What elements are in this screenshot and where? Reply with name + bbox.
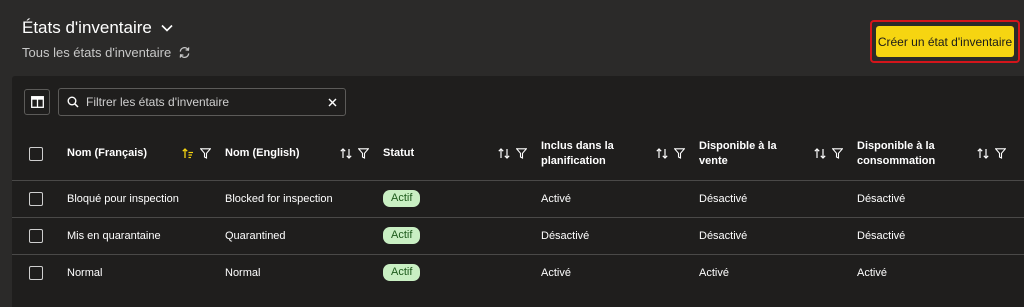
sort-icon[interactable] bbox=[656, 148, 668, 160]
column-header-vente[interactable]: Disponible à la vente bbox=[699, 128, 857, 180]
cell-consommation: Désactivé bbox=[857, 229, 906, 242]
page-title: États d'inventaire bbox=[22, 18, 152, 37]
sort-icon[interactable] bbox=[498, 148, 510, 160]
table-panel: Nom (Français) bbox=[12, 76, 1024, 307]
sort-icon[interactable] bbox=[814, 148, 826, 160]
cell-consommation: Activé bbox=[857, 266, 887, 279]
table-header-row: Nom (Français) Nom (English) Statut Incl… bbox=[12, 128, 1024, 180]
table-row[interactable]: Normal Normal Actif Activé Activé Activé bbox=[12, 254, 1024, 291]
create-inventory-state-button[interactable]: Créer un état d'inventaire bbox=[876, 26, 1014, 57]
column-header-statut[interactable]: Statut bbox=[383, 128, 541, 180]
filter-icon[interactable] bbox=[516, 148, 527, 160]
column-header-consommation[interactable]: Disponible à la consommation bbox=[857, 128, 1024, 180]
cell-nom-en: Blocked for inspection bbox=[225, 192, 333, 205]
filter-icon[interactable] bbox=[200, 148, 211, 160]
status-badge: Actif bbox=[383, 227, 421, 244]
create-button-highlight: Créer un état d'inventaire bbox=[870, 20, 1020, 63]
column-header-nom-fr[interactable]: Nom (Français) bbox=[67, 128, 225, 180]
columns-icon bbox=[30, 96, 44, 108]
cell-vente: Désactivé bbox=[699, 229, 748, 242]
column-header-planification[interactable]: Inclus dans la planification bbox=[541, 128, 699, 180]
columns-button[interactable] bbox=[24, 89, 50, 115]
cell-vente: Activé bbox=[699, 266, 729, 279]
cell-consommation: Désactivé bbox=[857, 192, 906, 205]
status-badge: Actif bbox=[383, 264, 421, 282]
column-header-nom-en[interactable]: Nom (English) bbox=[225, 128, 383, 180]
page-header: États d'inventaire Tous les états d'inve… bbox=[22, 18, 191, 60]
select-all-checkbox[interactable] bbox=[29, 146, 43, 161]
title-dropdown[interactable]: États d'inventaire bbox=[22, 18, 191, 38]
clear-icon[interactable] bbox=[328, 98, 337, 107]
cell-planification: Activé bbox=[541, 266, 571, 279]
cell-nom-fr: Normal bbox=[67, 266, 103, 279]
cell-nom-en: Quarantined bbox=[225, 229, 286, 242]
filter-icon[interactable] bbox=[995, 148, 1006, 160]
row-checkbox[interactable] bbox=[29, 265, 43, 280]
table-row[interactable]: Mis en quarantaine Quarantined Actif Dés… bbox=[12, 217, 1024, 254]
filter-icon[interactable] bbox=[832, 148, 843, 160]
cell-planification: Désactivé bbox=[541, 229, 590, 242]
filter-icon[interactable] bbox=[358, 148, 369, 160]
cell-nom-fr: Mis en quarantaine bbox=[67, 229, 161, 242]
filter-input[interactable] bbox=[86, 95, 321, 109]
inventory-states-table: Nom (Français) Nom (English) Statut Incl… bbox=[12, 128, 1024, 291]
table-toolbar bbox=[24, 88, 346, 116]
filter-field[interactable] bbox=[58, 88, 346, 116]
sort-ascending-icon[interactable] bbox=[182, 148, 194, 159]
chevron-down-icon[interactable] bbox=[160, 21, 174, 35]
sort-icon[interactable] bbox=[340, 148, 352, 160]
row-checkbox[interactable] bbox=[29, 228, 43, 243]
table-row[interactable]: Bloqué pour inspection Blocked for inspe… bbox=[12, 180, 1024, 217]
row-checkbox[interactable] bbox=[29, 191, 43, 206]
filter-icon[interactable] bbox=[674, 148, 685, 160]
status-badge: Actif bbox=[383, 190, 421, 207]
sort-icon[interactable] bbox=[977, 148, 989, 160]
cell-vente: Désactivé bbox=[699, 192, 748, 205]
cell-planification: Activé bbox=[541, 192, 571, 205]
search-icon bbox=[67, 96, 79, 108]
refresh-icon[interactable] bbox=[178, 46, 191, 59]
cell-nom-en: Normal bbox=[225, 266, 261, 279]
view-subtitle: Tous les états d'inventaire bbox=[22, 45, 172, 60]
cell-nom-fr: Bloqué pour inspection bbox=[67, 192, 179, 205]
